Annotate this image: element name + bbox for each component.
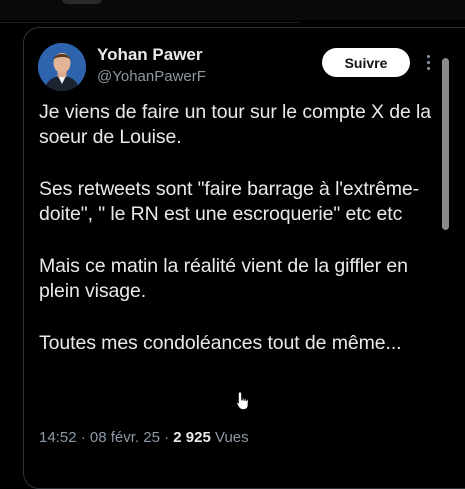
views-label: Vues bbox=[215, 429, 249, 446]
tweet-meta: 14:52 · 08 févr. 25 · 2 925 Vues bbox=[39, 429, 249, 446]
meta-separator: · bbox=[164, 429, 170, 446]
follow-button[interactable]: Suivre bbox=[322, 48, 410, 77]
previous-post-remnant bbox=[0, 0, 465, 20]
scrollbar[interactable] bbox=[442, 58, 449, 230]
more-vertical-icon[interactable] bbox=[422, 52, 434, 72]
tweet-text: Je viens de faire un tour sur le compte … bbox=[39, 100, 434, 383]
divider bbox=[0, 22, 300, 23]
tweet-paragraph: Je viens de faire un tour sur le compte … bbox=[39, 101, 432, 148]
tweet-date[interactable]: 08 févr. 25 bbox=[90, 429, 160, 446]
tweet-paragraph: Toutes mes condoléances tout de même... bbox=[39, 332, 402, 354]
tweet-paragraph: Ses retweets sont "faire barrage à l'ext… bbox=[39, 178, 420, 225]
author-handle[interactable]: @YohanPawerF bbox=[97, 68, 206, 85]
tweet-time[interactable]: 14:52 bbox=[39, 429, 77, 446]
previous-post-text bbox=[62, 0, 102, 4]
views-count[interactable]: 2 925 bbox=[173, 429, 211, 446]
tweet-card[interactable]: Yohan Pawer @YohanPawerF Suivre Je viens… bbox=[23, 27, 465, 489]
avatar[interactable] bbox=[38, 43, 86, 91]
hand-pointer-icon bbox=[236, 391, 249, 410]
meta-separator: · bbox=[80, 429, 86, 446]
author-name[interactable]: Yohan Pawer bbox=[97, 45, 203, 65]
tweet-paragraph: Mais ce matin la réalité vient de la gif… bbox=[39, 255, 408, 302]
